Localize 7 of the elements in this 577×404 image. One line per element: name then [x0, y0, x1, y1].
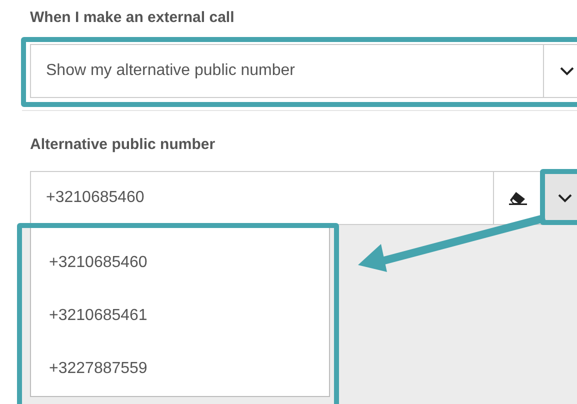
field-label: When I make an external call: [30, 8, 236, 28]
select-field[interactable]: Show my alternative public number: [30, 44, 577, 98]
dropdown-option[interactable]: +3210685460: [31, 236, 329, 290]
field-label: Alternative public number: [30, 135, 216, 155]
chevron-down-icon: [560, 66, 574, 76]
dropdown-option[interactable]: +3227887559: [31, 342, 329, 396]
dropdown-option[interactable]: +3210685461: [31, 289, 329, 343]
